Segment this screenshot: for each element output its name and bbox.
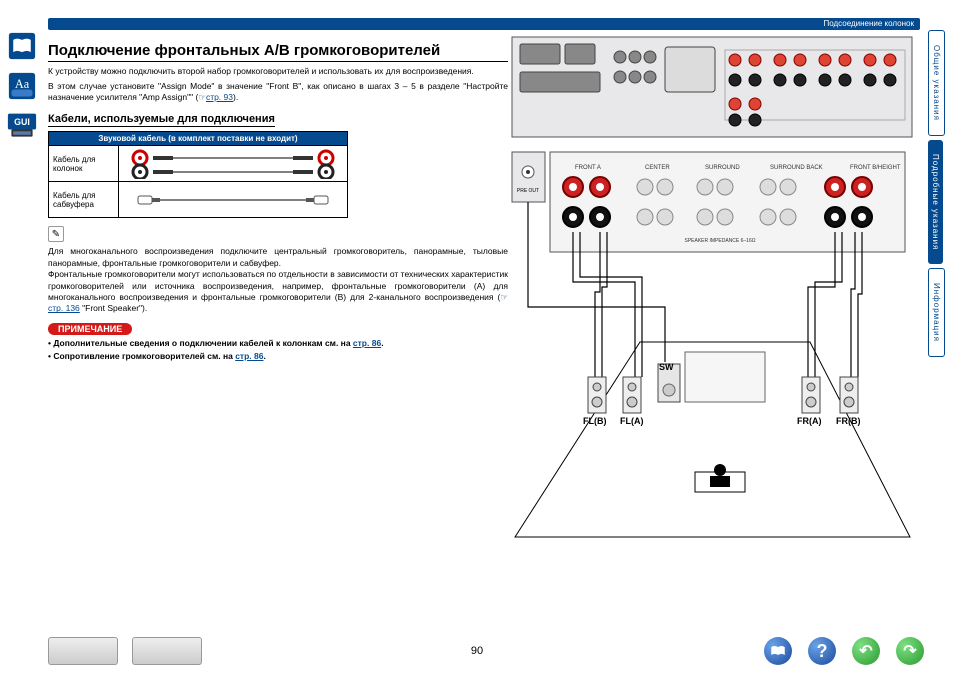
link-page-86a[interactable]: стр. 86 (353, 338, 381, 348)
help-icon[interactable]: ? (808, 637, 836, 665)
book-icon[interactable] (6, 30, 38, 62)
gui-icon[interactable]: GUI (6, 110, 38, 142)
nav-buttons: ? ↶ ↷ (764, 637, 924, 665)
device-thumb-front[interactable] (48, 637, 118, 665)
forward-icon[interactable]: ↷ (896, 637, 924, 665)
page-title: Подключение фронтальных A/B громкоговори… (48, 42, 508, 62)
label-fla: FL(A) (620, 416, 644, 426)
main-content: Подключение фронтальных A/B громкоговори… (48, 28, 508, 361)
svg-text:PRE OUT: PRE OUT (517, 188, 539, 194)
b2-post: . (263, 351, 265, 361)
connection-diagram: FRONT A CENTER SURROUND SURROUND BACK FR… (510, 32, 915, 542)
contents-icon[interactable] (764, 637, 792, 665)
notice-badge: ПРИМЕЧАНИЕ (48, 323, 132, 335)
cable-table: Звуковой кабель (в комплект поставки не … (48, 131, 348, 218)
cable-row-speaker: Кабель для колонок (49, 145, 347, 181)
label-flb: FL(B) (583, 416, 607, 426)
label-frb: FR(B) (836, 416, 861, 426)
right-tabs: Общие указания Подробные указания Информ… (928, 30, 950, 361)
speaker-cable-diagram (119, 146, 347, 181)
cable-sub-label: Кабель для сабвуфера (49, 182, 119, 217)
cable-row-subwoofer: Кабель для сабвуфера (49, 181, 347, 217)
label-fra: FR(A) (797, 416, 822, 426)
cables-heading: Кабели, используемые для подключения (48, 113, 275, 127)
svg-text:SPEAKER IMPEDANCE 6–16Ω: SPEAKER IMPEDANCE 6–16Ω (685, 238, 756, 244)
svg-text:FRONT A: FRONT A (575, 165, 601, 171)
b1-pre: Дополнительные сведения о подключении ка… (53, 338, 353, 348)
intro2-end: ). (233, 92, 238, 102)
font-size-icon[interactable]: Aa (6, 70, 38, 102)
svg-text:FRONT B/HEIGHT: FRONT B/HEIGHT (850, 165, 901, 171)
svg-text:GUI: GUI (14, 117, 30, 127)
link-page-86b[interactable]: стр. 86 (235, 351, 263, 361)
device-thumb-rear[interactable] (132, 637, 202, 665)
bullet-2: • Сопротивление громкоговорителей см. на… (48, 351, 508, 361)
left-sidebar-icons: Aa GUI (6, 30, 38, 150)
label-sw: SW (659, 362, 674, 372)
back-icon[interactable]: ↶ (852, 637, 880, 665)
subwoofer-cable-diagram (119, 182, 347, 217)
note-text-body: Для многоканального воспроизведения подк… (48, 246, 508, 302)
tab-detailed[interactable]: Подробные указания (928, 140, 943, 264)
svg-text:CENTER: CENTER (645, 165, 670, 171)
link-page-93[interactable]: стр. 93 (206, 92, 233, 102)
pencil-icon: ✎ (48, 226, 64, 242)
cable-table-header: Звуковой кабель (в комплект поставки не … (49, 132, 347, 145)
b1-post: . (381, 338, 383, 348)
intro-para-2: В этом случае установите "Assign Mode" в… (48, 81, 508, 103)
device-thumbnails (48, 637, 202, 665)
note-paragraph: Для многоканального воспроизведения подк… (48, 246, 508, 315)
intro-para-1: К устройству можно подключить второй наб… (48, 66, 508, 77)
svg-text:Aa: Aa (15, 77, 30, 91)
tab-info[interactable]: Информация (928, 268, 945, 357)
b2-pre: Сопротивление громкоговорителей см. на (53, 351, 235, 361)
bullet-1: • Дополнительные сведения о подключении … (48, 338, 508, 348)
intro2-text: В этом случае установите "Assign Mode" в… (48, 81, 508, 102)
svg-text:SURROUND BACK: SURROUND BACK (770, 165, 823, 171)
cable-speaker-label: Кабель для колонок (49, 146, 119, 181)
link-page-136[interactable]: стр. 136 (48, 303, 80, 313)
tab-general[interactable]: Общие указания (928, 30, 945, 136)
svg-text:SURROUND: SURROUND (705, 165, 740, 171)
header-section: Подсоединение колонок (823, 19, 914, 28)
note-end: "Front Speaker"). (80, 303, 147, 313)
